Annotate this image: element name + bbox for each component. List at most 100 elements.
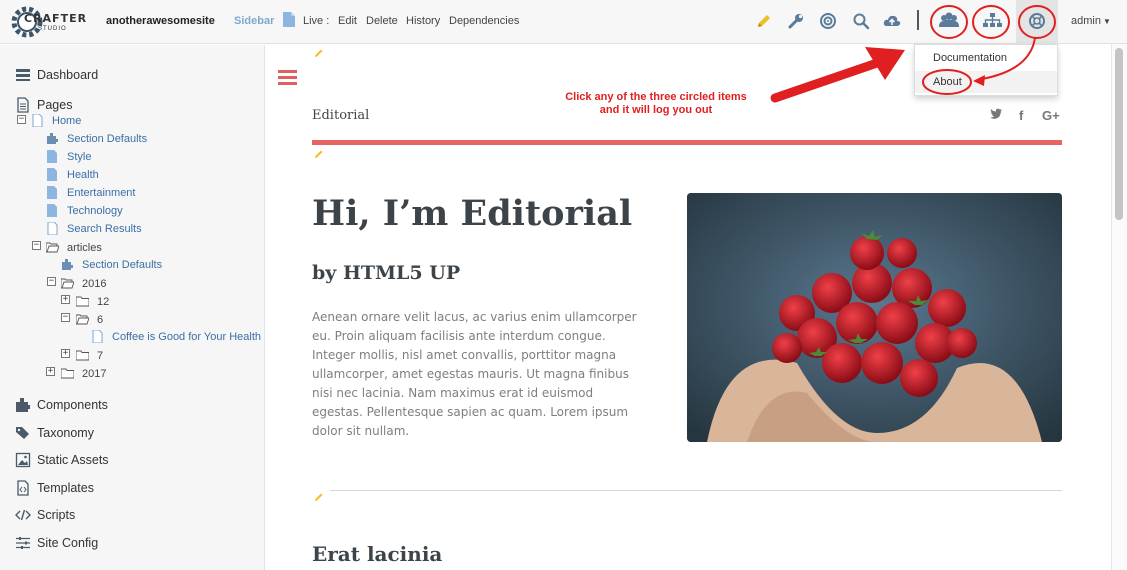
collapse-toggle[interactable]: − <box>61 313 70 322</box>
sidebar-toggle[interactable]: Sidebar <box>234 15 274 27</box>
wrench-icon[interactable] <box>787 12 805 30</box>
cloud-upload-icon[interactable] <box>883 12 901 30</box>
page-icon <box>47 150 57 163</box>
edit-pencil-icon[interactable] <box>314 149 324 159</box>
help-icon[interactable] <box>1016 0 1058 44</box>
tree-label: Entertainment <box>67 187 136 199</box>
dashboard-icon <box>16 69 30 81</box>
page-icon <box>47 204 57 217</box>
header-accent-rule <box>312 140 1062 145</box>
puzzle-icon <box>16 398 30 412</box>
menu-item-about-label: About <box>933 76 962 88</box>
folder-open-icon <box>46 242 59 253</box>
tree-label: Section Defaults <box>82 259 163 271</box>
tree-label: 6 <box>97 314 104 326</box>
pages-icon <box>17 97 29 113</box>
strawberries-image <box>687 193 1062 442</box>
section-divider <box>330 490 1062 491</box>
tree-label: 2016 <box>82 278 107 290</box>
edit-link[interactable]: Edit <box>338 15 357 27</box>
page-outline-icon <box>32 114 43 127</box>
edit-pencil-icon[interactable] <box>314 48 324 58</box>
annotation-arrowhead <box>865 47 905 80</box>
tree-label: Coffee is Good for Your Health <box>112 331 262 343</box>
tree-label: Home <box>52 115 82 127</box>
folder-icon <box>61 368 74 379</box>
live-link[interactable]: Live : <box>303 15 329 27</box>
sidebar-label: Scripts <box>37 508 76 522</box>
folder-open-icon <box>61 278 74 289</box>
twitter-icon[interactable] <box>990 108 1003 123</box>
delete-link[interactable]: Delete <box>366 15 398 27</box>
edit-pencil-icon[interactable] <box>314 492 324 502</box>
collapse-toggle[interactable]: − <box>32 241 41 250</box>
tags-icon <box>16 427 29 439</box>
hero-subtitle: by HTML5 UP <box>312 262 461 284</box>
sidebar-label: Components <box>37 398 108 412</box>
tree-label: Health <box>67 169 99 181</box>
dependencies-link[interactable]: Dependencies <box>449 15 519 27</box>
user-name: admin <box>1071 15 1101 27</box>
tree-label: Search Results <box>67 223 142 235</box>
annotation-text: Click any of the three circled items and… <box>546 91 766 117</box>
puzzle-icon <box>62 259 73 270</box>
expand-toggle[interactable]: + <box>61 349 70 358</box>
toolbar-divider <box>917 10 919 30</box>
code-file-icon <box>17 480 29 496</box>
hero-title: Hi, I’m Editorial <box>312 193 633 234</box>
file-icon <box>283 12 295 27</box>
caret-down-icon: ▼ <box>1102 17 1111 26</box>
logo-text: CRAFTER <box>24 12 88 25</box>
sidebar-label: Site Config <box>37 536 99 550</box>
users-icon[interactable] <box>931 4 967 38</box>
sliders-icon <box>16 537 30 549</box>
search-icon[interactable] <box>852 12 870 30</box>
collapse-toggle[interactable]: − <box>47 277 56 286</box>
top-toolbar: CRAFTER STUDIO anotherawesomesite Sideba… <box>0 0 1127 44</box>
tree-label: Style <box>67 151 92 163</box>
page-outline-icon <box>47 222 58 235</box>
folder-icon <box>76 296 89 307</box>
facebook-icon[interactable]: f <box>1019 108 1023 123</box>
google-plus-icon[interactable]: G+ <box>1042 108 1060 123</box>
hero-body-text: Aenean ornare velit lacus, ac varius eni… <box>312 310 637 438</box>
strawberries-photo <box>687 193 1062 442</box>
scrollbar-thumb[interactable] <box>1115 48 1123 220</box>
hamburger-menu-icon[interactable] <box>278 70 297 86</box>
help-dropdown-menu: Documentation About <box>914 44 1058 96</box>
section-title: Erat lacinia <box>312 542 443 566</box>
sitemap-icon[interactable] <box>974 4 1010 38</box>
sidebar-label: Templates <box>37 481 94 495</box>
collapse-toggle[interactable]: − <box>17 115 26 124</box>
sidebar: Dashboard Pages − Home Section Defaults … <box>0 45 265 570</box>
pencil-icon[interactable] <box>755 12 773 30</box>
crafter-studio-logo[interactable]: CRAFTER STUDIO <box>10 5 86 39</box>
sidebar-label: Dashboard <box>37 68 99 82</box>
expand-toggle[interactable]: + <box>46 367 55 376</box>
tree-label: Technology <box>67 205 123 217</box>
tree-label: Section Defaults <box>67 133 148 145</box>
tree-label: 12 <box>97 296 110 308</box>
code-icon <box>15 509 31 521</box>
annotation-line: and it will log you out <box>599 104 713 116</box>
page-icon <box>47 168 57 181</box>
target-icon[interactable] <box>819 12 837 30</box>
sidebar-label: Pages <box>37 98 73 112</box>
tree-label: articles <box>67 242 102 254</box>
menu-item-documentation[interactable]: Documentation <box>915 52 1057 64</box>
expand-toggle[interactable]: + <box>61 295 70 304</box>
sidebar-label: Static Assets <box>37 453 109 467</box>
scrollbar[interactable] <box>1111 44 1127 570</box>
twitter-bird-glyph <box>990 108 1002 119</box>
annotation-arrow <box>770 57 885 103</box>
menu-item-about[interactable]: About <box>915 71 1057 93</box>
section-label: Editorial <box>312 108 370 123</box>
site-name[interactable]: anotherawesomesite <box>106 15 215 27</box>
tree-label: 2017 <box>82 368 107 380</box>
history-link[interactable]: History <box>406 15 440 27</box>
puzzle-icon <box>47 133 58 144</box>
logo-subtext: STUDIO <box>38 26 67 32</box>
user-menu[interactable]: admin ▼ <box>1071 15 1111 27</box>
annotation-line: Click any of the three circled items <box>565 91 747 103</box>
tree-label: 7 <box>97 350 104 362</box>
